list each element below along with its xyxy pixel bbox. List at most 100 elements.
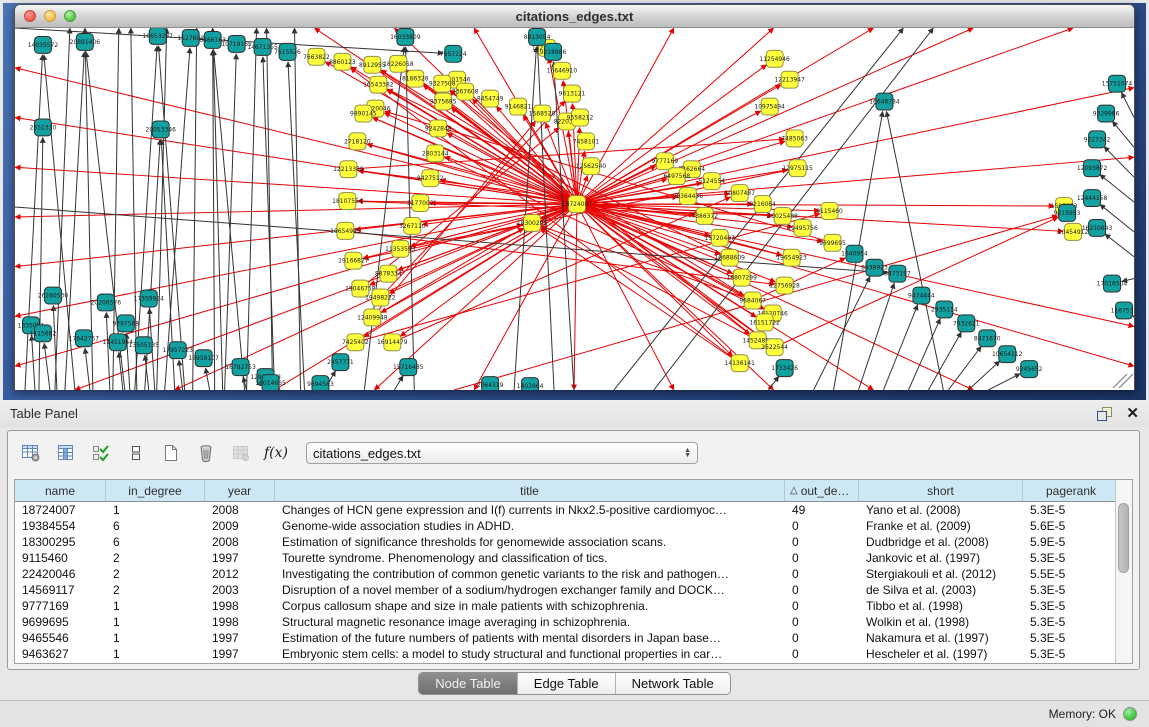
network-edge[interactable] xyxy=(769,376,779,390)
network-edge[interactable] xyxy=(394,376,403,390)
network-edge[interactable] xyxy=(886,111,943,390)
network-edge[interactable] xyxy=(430,203,577,204)
network-node[interactable]: 2935114 xyxy=(931,301,958,318)
network-edge[interactable] xyxy=(263,57,275,390)
column-header-out_degree[interactable]: △out_de… xyxy=(785,480,859,501)
network-node[interactable]: 9245652 xyxy=(1016,361,1043,378)
network-node[interactable]: 15751074 xyxy=(1102,75,1133,92)
function-builder-icon[interactable]: f(x) xyxy=(263,440,289,466)
network-edge[interactable] xyxy=(775,217,1058,347)
network-node[interactable]: 8216064 xyxy=(749,196,776,213)
column-header-name[interactable]: name xyxy=(15,480,106,501)
network-canvas-svg[interactable]: 1872400718300295886012389129551822605816… xyxy=(15,28,1134,390)
column-edit-icon[interactable] xyxy=(53,440,79,466)
network-edge[interactable] xyxy=(574,204,577,390)
close-panel-icon[interactable]: ✕ xyxy=(1126,407,1139,421)
tab-node-table[interactable]: Node Table xyxy=(419,673,518,694)
network-node[interactable]: 20053346 xyxy=(146,121,177,138)
network-node[interactable]: 3267110 xyxy=(399,217,426,234)
network-edge[interactable] xyxy=(968,361,1000,390)
network-node[interactable]: 8427512 xyxy=(417,170,444,187)
table-row[interactable]: 1456911722003Disruption of a novel membe… xyxy=(15,582,1116,598)
network-edge[interactable] xyxy=(908,319,940,390)
network-node[interactable]: 2718120 xyxy=(344,133,371,150)
network-node[interactable]: 18226058 xyxy=(383,55,414,72)
network-node[interactable]: 1640954 xyxy=(841,245,868,262)
table-settings-icon[interactable] xyxy=(18,440,44,466)
network-edge[interactable] xyxy=(131,28,137,390)
network-node[interactable]: 1167531 xyxy=(1111,302,1134,319)
network-node[interactable]: 16782753 xyxy=(225,359,256,376)
table-row[interactable]: 1938455462009Genome-wide association stu… xyxy=(15,518,1116,534)
network-edge[interactable] xyxy=(883,305,917,390)
network-node[interactable]: 16646910 xyxy=(547,62,578,79)
network-node[interactable]: 7615526 xyxy=(274,43,301,60)
network-edge[interactable] xyxy=(225,54,237,390)
network-node[interactable]: 7632621 xyxy=(953,315,980,332)
delete-table-icon[interactable] xyxy=(193,440,219,466)
network-node[interactable]: 8471670 xyxy=(974,330,1001,347)
network-node[interactable]: 20364436 xyxy=(673,188,704,205)
table-row[interactable]: 946554611997Estimation of the future num… xyxy=(15,630,1116,646)
minimize-button[interactable] xyxy=(44,10,56,22)
network-edge[interactable] xyxy=(193,28,197,390)
network-node[interactable]: 12562540 xyxy=(576,158,607,175)
table-row[interactable]: 2242004622012Investigating the contribut… xyxy=(15,566,1116,582)
network-node[interactable]: 9329966 xyxy=(1093,105,1120,122)
row-height-icon[interactable] xyxy=(123,440,149,466)
network-node[interactable]: 7485063 xyxy=(781,130,808,147)
zoom-button[interactable] xyxy=(64,10,76,22)
network-canvas[interactable]: 1872400718300295886012389129551822605816… xyxy=(15,28,1134,390)
network-node[interactable]: 16914479 xyxy=(377,334,408,351)
network-node[interactable]: 14136141 xyxy=(724,355,755,372)
network-edge[interactable] xyxy=(814,277,870,390)
column-header-short[interactable]: short xyxy=(859,480,1023,501)
network-node[interactable]: 7857224 xyxy=(440,45,467,62)
column-header-pagerank[interactable]: pagerank xyxy=(1023,480,1116,501)
network-edge[interactable] xyxy=(577,28,873,204)
network-node[interactable]: 9694563 xyxy=(307,376,334,390)
table-row[interactable]: 1830029562008Estimation of significance … xyxy=(15,534,1116,550)
network-node[interactable]: 19495756 xyxy=(787,219,818,236)
network-edge[interactable] xyxy=(179,360,183,390)
network-edge[interactable] xyxy=(988,374,1020,390)
network-node[interactable]: 15716485 xyxy=(393,359,424,376)
column-header-in_degree[interactable]: in_degree xyxy=(106,480,205,501)
network-node[interactable]: 16648784 xyxy=(869,93,900,110)
network-edge[interactable] xyxy=(44,343,50,390)
network-node[interactable]: 1403964 xyxy=(517,378,544,390)
network-node[interactable]: 9146821 xyxy=(505,98,532,115)
table-row[interactable]: 1872400712008Changes of HCN gene express… xyxy=(15,502,1116,518)
network-node[interactable]: 20891406 xyxy=(70,33,101,50)
select-mode-icon[interactable] xyxy=(88,440,114,466)
network-node[interactable]: 2457771 xyxy=(327,354,354,371)
network-edge[interactable] xyxy=(554,62,574,390)
network-node[interactable]: 9699695 xyxy=(819,234,846,251)
column-header-year[interactable]: year xyxy=(205,480,275,501)
table-row[interactable]: 911546021997Tourette syndrome. Phenomeno… xyxy=(15,550,1116,566)
network-edge[interactable] xyxy=(1104,147,1134,178)
window-titlebar[interactable]: citations_edges.txt xyxy=(15,5,1134,28)
network-edge[interactable] xyxy=(267,28,273,390)
network-node[interactable]: 19654985 xyxy=(330,222,361,239)
network-edge[interactable] xyxy=(247,28,257,390)
table-scrollbar[interactable] xyxy=(1115,480,1132,663)
network-node[interactable]: 1733426 xyxy=(771,360,798,377)
network-edge[interactable] xyxy=(577,204,674,390)
network-node[interactable]: 10807487 xyxy=(724,185,755,202)
network-node[interactable]: 17016504 xyxy=(1097,275,1128,292)
network-edge[interactable] xyxy=(85,348,90,390)
column-header-title[interactable]: title xyxy=(275,480,785,501)
network-edge[interactable] xyxy=(1105,234,1134,257)
network-node[interactable]: 10653287 xyxy=(143,28,174,44)
network-node[interactable]: 18807299 xyxy=(726,269,757,286)
float-panel-icon[interactable] xyxy=(1097,407,1112,421)
network-edge[interactable] xyxy=(1121,93,1134,118)
network-node[interactable]: 12093872 xyxy=(1077,160,1108,177)
network-node[interactable]: 19166827 xyxy=(338,252,369,269)
close-button[interactable] xyxy=(24,10,36,22)
network-node[interactable]: 2651330 xyxy=(30,119,57,136)
network-node[interactable]: 16033809 xyxy=(390,28,421,45)
network-node[interactable]: 7458101 xyxy=(573,133,600,150)
network-node[interactable]: 18107554 xyxy=(332,193,363,210)
